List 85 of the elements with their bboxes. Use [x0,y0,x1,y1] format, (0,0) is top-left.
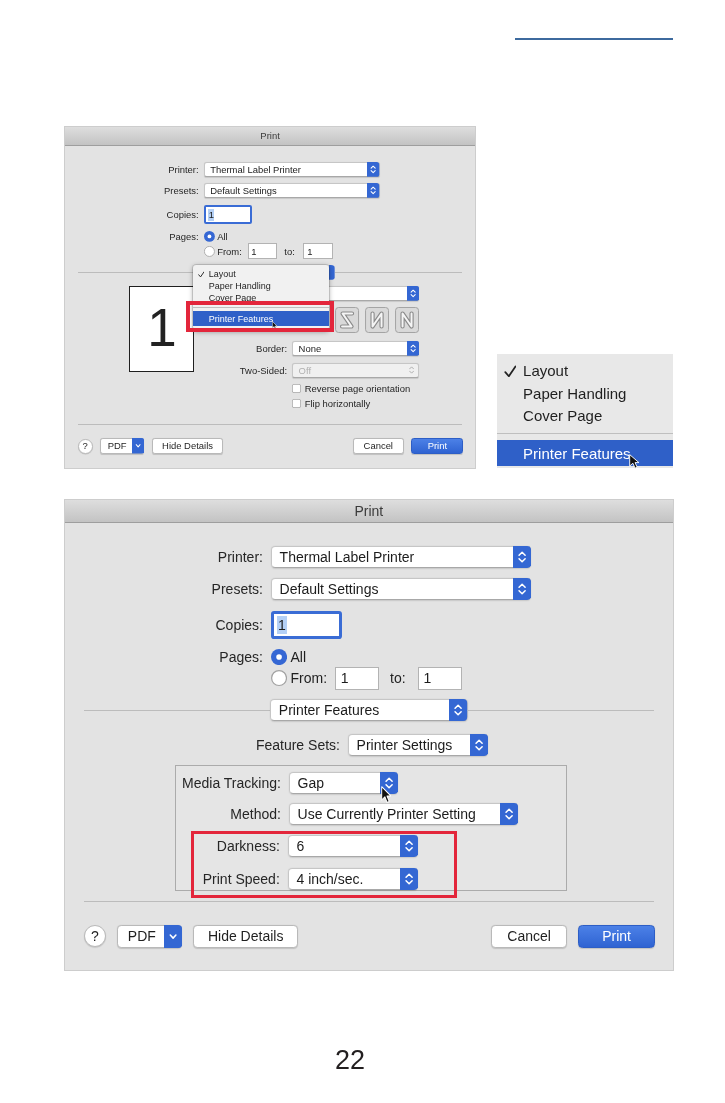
field-label: Printer: [168,163,199,175]
feature-sets-popup[interactable]: Printer Settings [347,734,488,756]
printer-popup[interactable]: Thermal Label Printer [204,161,380,177]
field-label: Pages: [219,649,263,666]
chevron-down-icon [131,438,145,454]
checkbox[interactable] [292,398,302,408]
default-button[interactable]: Print [411,438,464,454]
window-title: Print [354,502,384,519]
layout-direction-icon[interactable] [394,307,420,334]
updown-chevron-icon [379,771,399,794]
setting-popup[interactable]: Use Currently Printer Setting [288,802,519,825]
checkbox[interactable] [292,384,302,394]
menu-item[interactable]: Paper Handling [497,382,674,405]
radio-button[interactable] [270,670,287,687]
field-label: Darkness: [216,837,280,854]
field-label: Print Speed: [202,870,280,887]
menu-item[interactable]: Printer Features [497,440,674,467]
updown-chevron-icon [449,699,468,722]
to-field[interactable]: 1 [418,666,462,691]
presets-popup[interactable]: Default Settings [270,578,532,601]
from-field[interactable]: 1 [247,243,277,260]
menu-button[interactable]: PDF [117,924,182,948]
push-button[interactable]: Cancel [352,438,404,454]
to-field[interactable]: 1 [303,243,333,260]
section-popup[interactable]: Printer Features [270,699,468,722]
push-button[interactable]: Cancel [491,924,567,948]
field-label: Printer: [217,549,263,566]
menu-item[interactable]: Layout [193,268,330,281]
copies-field[interactable]: 1 [270,610,343,639]
page-number: 22 [334,1045,365,1077]
border-popup[interactable]: None [292,341,420,357]
push-button[interactable]: Hide Details [151,438,224,454]
field-label: Presets: [211,581,263,598]
push-button[interactable]: Hide Details [192,924,299,948]
window-title: Print [260,130,280,142]
updown-chevron-icon [406,341,420,357]
menu-item[interactable]: Printer Features [193,311,330,327]
field-label: to: [284,245,295,257]
field-label: Pages: [169,231,199,243]
radio-label: From: [290,670,328,687]
updown-chevron-icon [399,867,418,890]
checkbox-label: Flip horizontally [304,397,371,409]
field-label: Two-Sided: [239,364,288,376]
layout-direction-icon[interactable] [365,307,390,334]
help-button[interactable]: ? [83,925,106,948]
radio-button[interactable] [270,649,287,666]
menu-item[interactable]: Paper Handling [193,280,330,292]
setting-popup[interactable]: 6 [287,834,418,857]
page-preview: 1 [129,285,195,372]
presets-popup[interactable]: Default Settings [204,183,380,199]
default-button[interactable]: Print [578,924,656,948]
radio-label: All [290,649,307,666]
field-label: Copies: [215,616,263,633]
menu-item[interactable]: Cover Page [497,404,674,428]
field-label: Border: [256,343,288,355]
field-label: Method: [230,805,281,822]
radio-button[interactable] [204,245,215,257]
updown-chevron-icon [367,161,380,177]
popup-stepper-icon [329,265,335,281]
updown-chevron-icon [406,285,420,301]
radio-label: From: [217,245,242,257]
radio-button[interactable] [204,231,215,243]
from-field[interactable]: 1 [335,666,379,691]
setting-popup[interactable]: 4 inch/sec. [287,867,418,890]
radio-label: All [217,231,228,243]
field-label: Feature Sets: [255,737,340,754]
updown-chevron-icon [367,183,380,199]
updown-chevron-icon [399,834,418,857]
help-button[interactable]: ? [77,438,93,454]
updown-chevron-icon [513,546,532,569]
menu-button[interactable]: PDF [100,438,145,454]
copies-field[interactable]: 1 [204,205,253,225]
updown-chevron-icon [500,802,519,825]
field-label: Presets: [164,185,199,197]
updown-chevron-icon [409,366,415,375]
field-label: Copies: [166,209,199,221]
chevron-down-icon [163,924,182,948]
updown-chevron-icon [513,578,532,601]
printer-popup[interactable]: Thermal Label Printer [270,546,532,569]
menu-item[interactable]: Layout [497,359,674,383]
field-label: Media Tracking: [182,774,281,791]
updown-chevron-icon [469,734,488,756]
layout-direction-icon[interactable] [335,307,360,334]
checkbox-label: Reverse page orientation [304,383,411,395]
field-label: to: [390,670,406,687]
